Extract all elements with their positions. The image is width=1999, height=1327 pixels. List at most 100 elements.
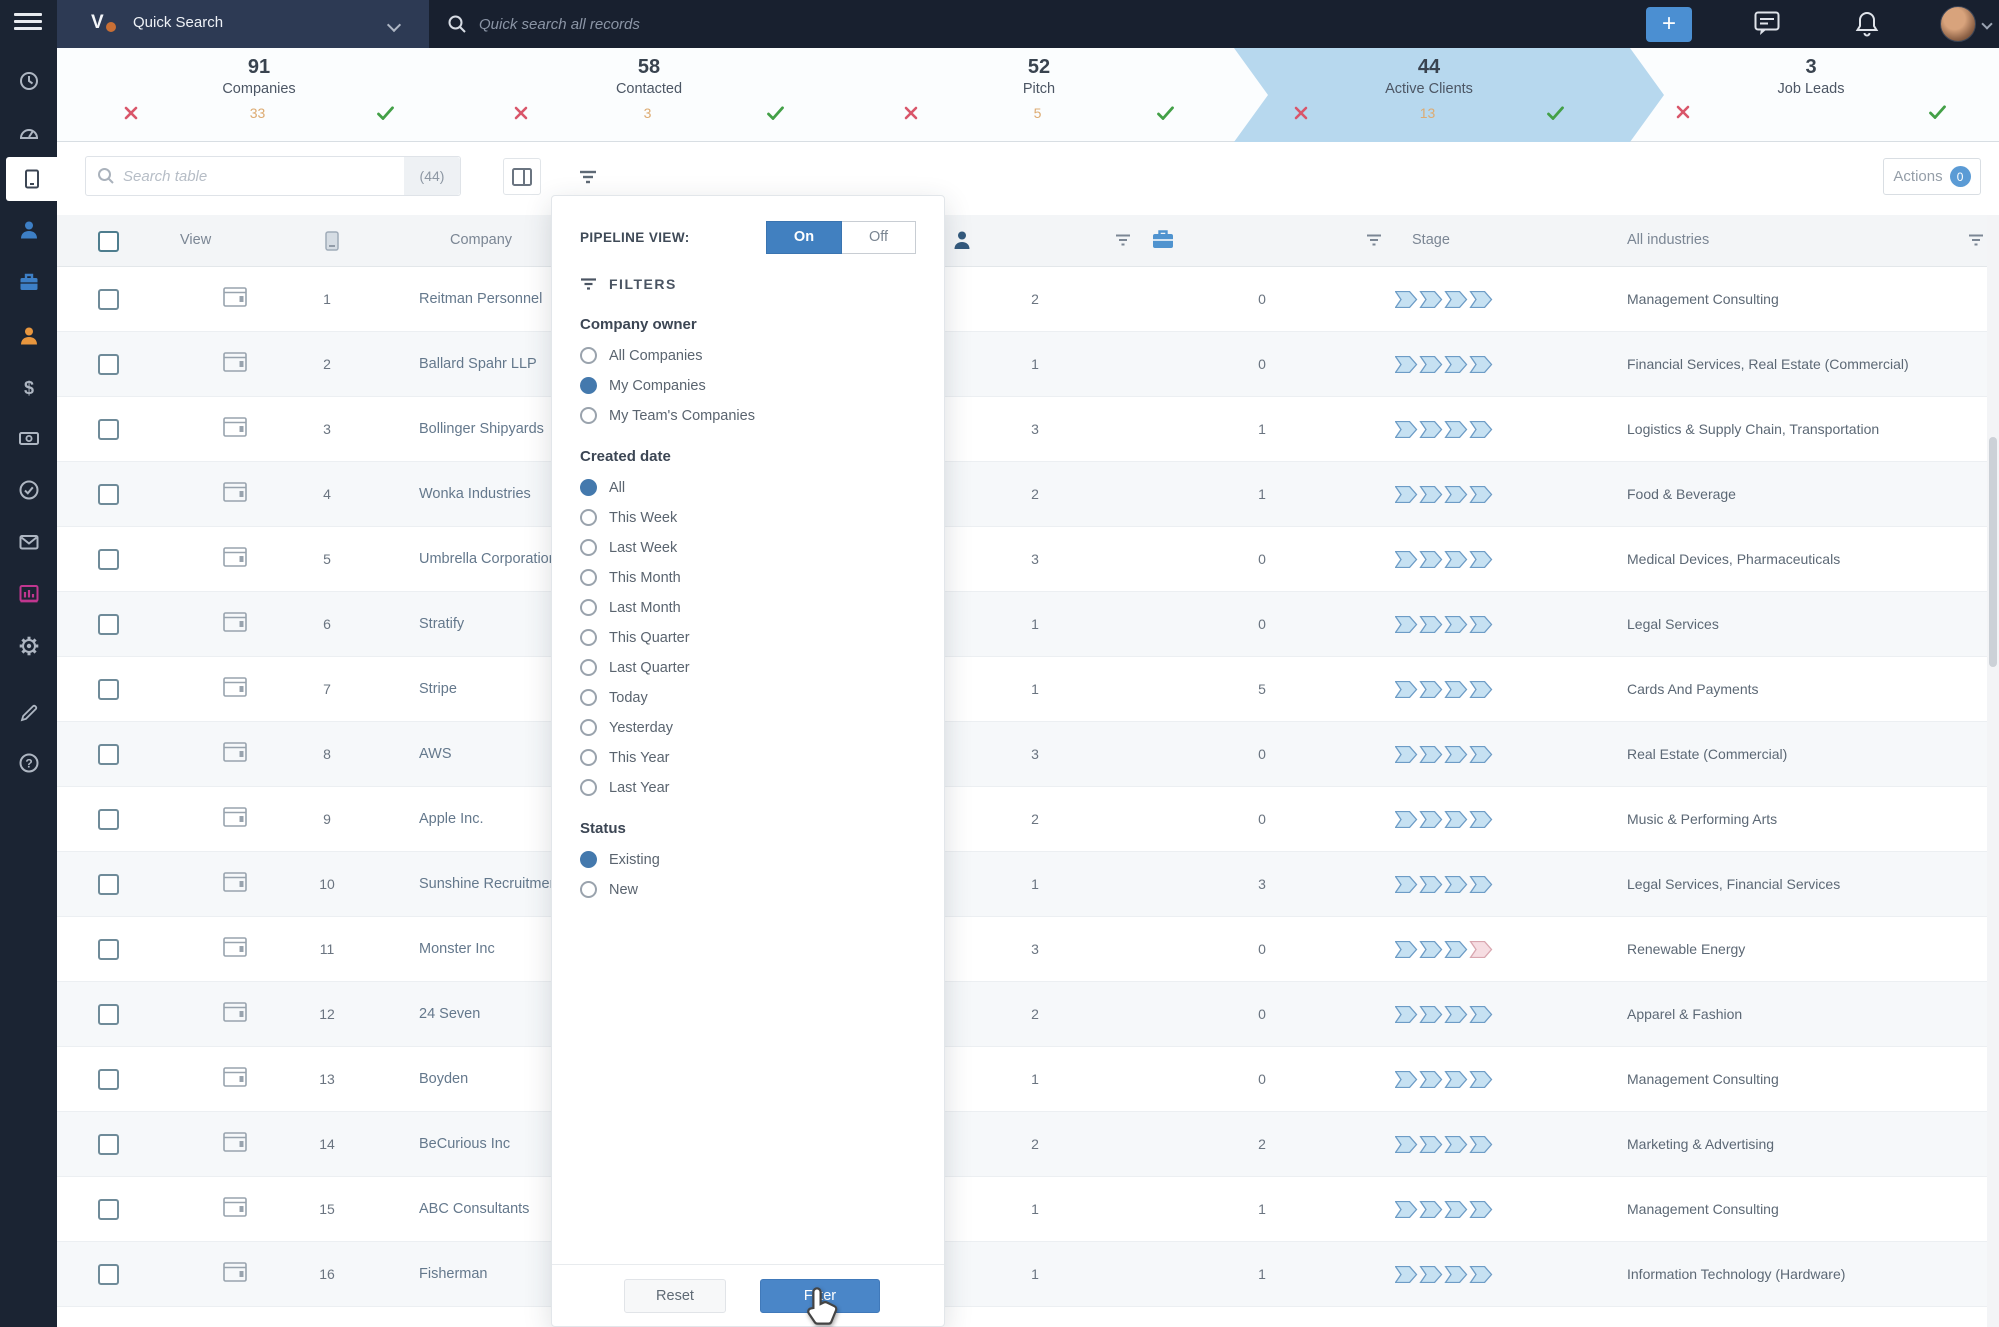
actions-button[interactable]: Actions 0 bbox=[1883, 158, 1981, 195]
view-record-icon[interactable] bbox=[223, 807, 247, 827]
radio-option[interactable]: Last Year bbox=[580, 779, 916, 796]
radio-option[interactable]: Last Quarter bbox=[580, 659, 916, 676]
sidebar-item-edit-pencil[interactable] bbox=[0, 691, 57, 735]
radio-option[interactable]: This Year bbox=[580, 749, 916, 766]
view-record-icon[interactable] bbox=[223, 482, 247, 502]
column-header-stage[interactable]: Stage bbox=[1412, 232, 1450, 248]
radio-option[interactable]: Last Week bbox=[580, 539, 916, 556]
radio-icon[interactable] bbox=[580, 599, 597, 616]
row-checkbox[interactable] bbox=[98, 484, 119, 505]
pipeline-view-off-button[interactable]: Off bbox=[842, 221, 916, 254]
sidebar-item-analytics-chart[interactable] bbox=[0, 572, 57, 616]
pipeline-stage[interactable]: 91 Companies 33 bbox=[79, 48, 439, 142]
column-header-industries[interactable]: All industries bbox=[1627, 232, 1709, 248]
radio-icon[interactable] bbox=[580, 407, 597, 424]
stage-remove-x-icon[interactable] bbox=[514, 106, 528, 120]
stage-remove-x-icon[interactable] bbox=[1294, 106, 1308, 120]
row-checkbox[interactable] bbox=[98, 809, 119, 830]
table-search-input[interactable] bbox=[123, 168, 404, 185]
radio-icon[interactable] bbox=[580, 749, 597, 766]
stage-remove-x-icon[interactable] bbox=[124, 106, 138, 120]
chat-icon[interactable] bbox=[1754, 11, 1781, 37]
radio-option[interactable]: My Companies bbox=[580, 377, 916, 394]
stage-check-icon[interactable] bbox=[377, 106, 394, 120]
radio-icon[interactable] bbox=[580, 719, 597, 736]
radio-option[interactable]: New bbox=[580, 881, 916, 898]
stage-check-icon[interactable] bbox=[1157, 106, 1174, 120]
view-record-icon[interactable] bbox=[223, 612, 247, 632]
radio-option[interactable]: My Team's Companies bbox=[580, 407, 916, 424]
radio-icon[interactable] bbox=[580, 569, 597, 586]
sidebar-item-contacts[interactable] bbox=[0, 314, 57, 358]
stage-check-icon[interactable] bbox=[1547, 106, 1564, 120]
view-record-icon[interactable] bbox=[223, 1132, 247, 1152]
radio-icon[interactable] bbox=[580, 851, 597, 868]
row-checkbox[interactable] bbox=[98, 1069, 119, 1090]
view-record-icon[interactable] bbox=[223, 677, 247, 697]
column-header-view[interactable]: View bbox=[180, 232, 211, 248]
row-checkbox[interactable] bbox=[98, 419, 119, 440]
stage-remove-x-icon[interactable] bbox=[904, 106, 918, 120]
radio-icon[interactable] bbox=[580, 779, 597, 796]
radio-icon[interactable] bbox=[580, 377, 597, 394]
sidebar-item-jobs-briefcase[interactable] bbox=[0, 260, 57, 304]
radio-option[interactable]: This Month bbox=[580, 569, 916, 586]
view-record-icon[interactable] bbox=[223, 937, 247, 957]
stage-remove-x-icon[interactable] bbox=[1676, 105, 1690, 119]
view-record-icon[interactable] bbox=[223, 1002, 247, 1022]
select-all-checkbox[interactable] bbox=[98, 231, 119, 252]
menu-hamburger-icon[interactable] bbox=[14, 13, 42, 35]
user-avatar[interactable] bbox=[1940, 6, 1976, 42]
view-record-icon[interactable] bbox=[223, 1067, 247, 1087]
sidebar-item-candidates[interactable] bbox=[0, 208, 57, 252]
radio-icon[interactable] bbox=[580, 629, 597, 646]
global-search-input[interactable] bbox=[479, 16, 899, 33]
row-checkbox[interactable] bbox=[98, 744, 119, 765]
view-record-icon[interactable] bbox=[223, 1197, 247, 1217]
column-filter-funnel-icon[interactable] bbox=[1115, 234, 1131, 247]
sidebar-item-history[interactable] bbox=[0, 59, 57, 103]
row-checkbox[interactable] bbox=[98, 614, 119, 635]
apply-filter-button[interactable]: Filter bbox=[760, 1279, 880, 1313]
row-checkbox[interactable] bbox=[98, 1199, 119, 1220]
radio-icon[interactable] bbox=[580, 539, 597, 556]
radio-icon[interactable] bbox=[580, 881, 597, 898]
radio-option[interactable]: This Week bbox=[580, 509, 916, 526]
stage-check-icon[interactable] bbox=[767, 106, 784, 120]
radio-icon[interactable] bbox=[580, 479, 597, 496]
vertical-scrollbar[interactable] bbox=[1987, 215, 1999, 1327]
pipeline-stage[interactable]: 58 Contacted 3 bbox=[469, 48, 829, 142]
radio-option[interactable]: Today bbox=[580, 689, 916, 706]
view-record-icon[interactable] bbox=[223, 547, 247, 567]
row-checkbox[interactable] bbox=[98, 1264, 119, 1285]
radio-icon[interactable] bbox=[580, 659, 597, 676]
quick-search-dropdown[interactable]: V Quick Search bbox=[57, 0, 429, 48]
row-checkbox[interactable] bbox=[98, 679, 119, 700]
sidebar-item-settings-gear[interactable] bbox=[0, 624, 57, 668]
radio-option[interactable]: Yesterday bbox=[580, 719, 916, 736]
view-record-icon[interactable] bbox=[223, 287, 247, 307]
row-checkbox[interactable] bbox=[98, 874, 119, 895]
radio-icon[interactable] bbox=[580, 689, 597, 706]
sidebar-item-mail-envelope[interactable] bbox=[0, 520, 57, 564]
column-settings-button[interactable] bbox=[503, 158, 541, 195]
radio-icon[interactable] bbox=[580, 509, 597, 526]
radio-option[interactable]: All Companies bbox=[580, 347, 916, 364]
sidebar-item-tasks-check[interactable] bbox=[0, 468, 57, 512]
notifications-bell-icon[interactable] bbox=[1855, 11, 1879, 38]
radio-option[interactable]: All bbox=[580, 479, 916, 496]
add-new-button[interactable]: + bbox=[1646, 7, 1692, 42]
pipeline-view-on-button[interactable]: On bbox=[766, 221, 842, 254]
row-checkbox[interactable] bbox=[98, 549, 119, 570]
radio-option[interactable]: Last Month bbox=[580, 599, 916, 616]
sidebar-item-help[interactable]: ? bbox=[0, 741, 57, 785]
scrollbar-thumb[interactable] bbox=[1989, 437, 1997, 667]
pipeline-stage[interactable]: 44 Active Clients 13 bbox=[1249, 48, 1609, 142]
row-checkbox[interactable] bbox=[98, 1004, 119, 1025]
row-checkbox[interactable] bbox=[98, 289, 119, 310]
sidebar-item-companies[interactable] bbox=[6, 157, 57, 201]
view-record-icon[interactable] bbox=[223, 742, 247, 762]
pipeline-stage[interactable]: 3 Job Leads bbox=[1631, 48, 1991, 142]
sidebar-item-invoices-banknote[interactable] bbox=[0, 416, 57, 460]
pipeline-stage[interactable]: 52 Pitch 5 bbox=[859, 48, 1219, 142]
